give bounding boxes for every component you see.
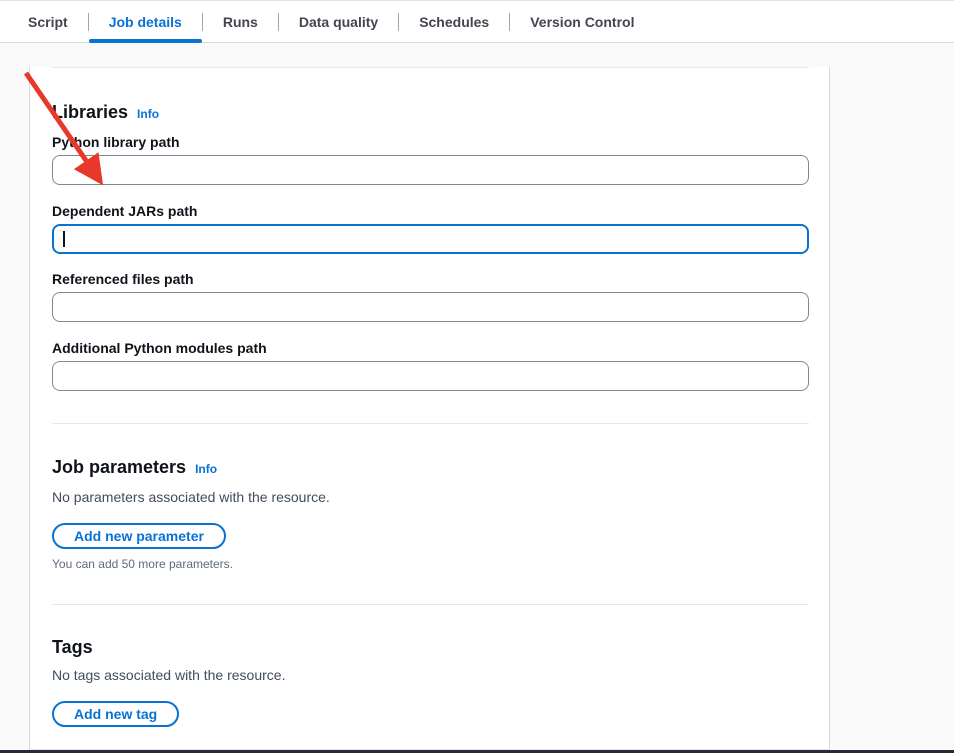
- python-library-path-input[interactable]: [52, 155, 809, 185]
- text-caret: [63, 231, 65, 247]
- tab-script[interactable]: Script: [8, 1, 88, 42]
- section-divider: [52, 67, 809, 68]
- tab-version-control[interactable]: Version Control: [510, 1, 654, 42]
- dependent-jars-path-input[interactable]: [52, 224, 809, 254]
- job-parameters-section: Job parameters Info No parameters associ…: [52, 456, 809, 572]
- job-details-panel: Libraries Info Python library path Depen…: [29, 67, 830, 750]
- job-parameters-title: Job parameters: [52, 456, 186, 479]
- libraries-section: Libraries Info Python library path Depen…: [52, 101, 809, 391]
- python-library-path-label: Python library path: [52, 133, 809, 151]
- add-new-parameter-button[interactable]: Add new parameter: [52, 523, 226, 549]
- dependent-jars-path-label: Dependent JARs path: [52, 202, 809, 220]
- referenced-files-path-label: Referenced files path: [52, 270, 809, 288]
- tags-empty-text: No tags associated with the resource.: [52, 666, 809, 684]
- section-divider: [52, 604, 809, 605]
- section-divider: [52, 423, 809, 424]
- job-parameters-empty-text: No parameters associated with the resour…: [52, 488, 809, 506]
- libraries-heading: Libraries Info: [52, 101, 809, 126]
- main-area: Libraries Info Python library path Depen…: [0, 43, 954, 750]
- tab-runs[interactable]: Runs: [203, 1, 278, 42]
- referenced-files-path-input[interactable]: [52, 292, 809, 322]
- additional-python-modules-path-input[interactable]: [52, 361, 809, 391]
- job-parameters-hint-text: You can add 50 more parameters.: [52, 557, 809, 572]
- tab-job-details[interactable]: Job details: [89, 1, 202, 42]
- libraries-info-link[interactable]: Info: [137, 103, 159, 126]
- tags-title: Tags: [52, 636, 93, 659]
- libraries-title: Libraries: [52, 101, 128, 124]
- additional-python-modules-path-label: Additional Python modules path: [52, 339, 809, 357]
- tags-heading: Tags: [52, 636, 809, 659]
- tags-section: Tags No tags associated with the resourc…: [52, 636, 809, 727]
- job-parameters-heading: Job parameters Info: [52, 456, 809, 481]
- tab-bar: Script Job details Runs Data quality Sch…: [0, 0, 954, 43]
- job-parameters-info-link[interactable]: Info: [195, 458, 217, 481]
- add-new-tag-button[interactable]: Add new tag: [52, 701, 179, 727]
- tab-schedules[interactable]: Schedules: [399, 1, 509, 42]
- tab-data-quality[interactable]: Data quality: [279, 1, 398, 42]
- page: Script Job details Runs Data quality Sch…: [0, 0, 954, 753]
